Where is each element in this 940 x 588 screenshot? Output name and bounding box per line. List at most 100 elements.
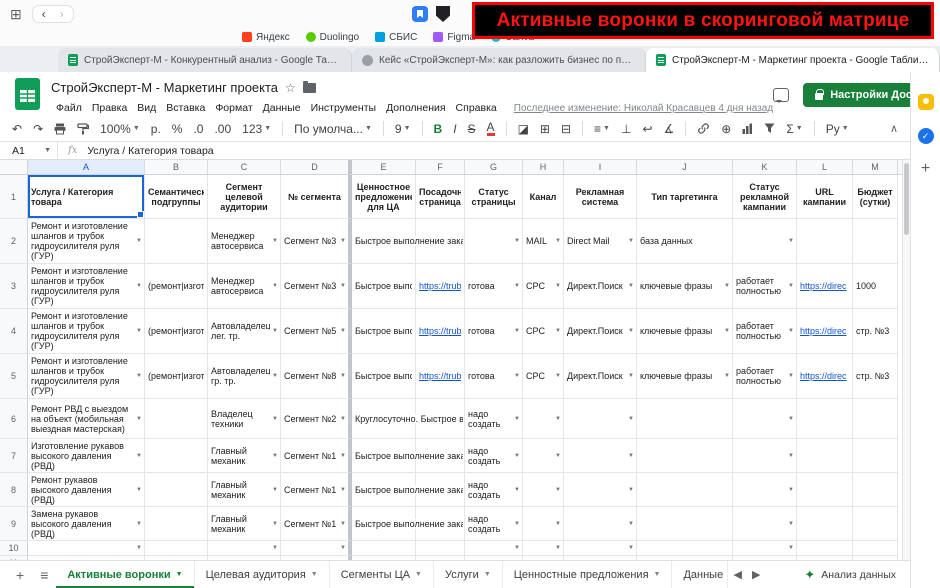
cell-K3[interactable]: работает полностью ▼: [733, 264, 797, 309]
cell-A1[interactable]: Услуга / Категория товара: [28, 175, 145, 219]
cell-H11[interactable]: ▼: [523, 556, 564, 560]
input-tools-select[interactable]: Ру ▼: [826, 122, 849, 136]
cell-A7[interactable]: Изготовление рукавов высокого давления (…: [28, 439, 145, 473]
cell-dropdown-icon[interactable]: ▼: [788, 238, 794, 244]
cell-C4[interactable]: Автовладелец лег. тр. ▼: [208, 309, 281, 354]
tab-overview-icon[interactable]: ⊞: [10, 6, 22, 23]
cell-K1[interactable]: Статус рекламной кампании: [733, 175, 797, 219]
cell-K2[interactable]: ▼: [733, 219, 797, 264]
cell-M5[interactable]: стр. №3: [853, 354, 898, 399]
format-percent-button[interactable]: %: [172, 122, 183, 136]
menu-file[interactable]: Файл: [51, 100, 87, 116]
sheet-tab-audience[interactable]: Целевая аудитория ▼: [195, 560, 330, 588]
cell-G3[interactable]: готова ▼: [465, 264, 523, 309]
cell-F4[interactable]: https://trubki-sh: [416, 309, 465, 354]
column-header-H[interactable]: H: [523, 160, 564, 174]
insert-chart-icon[interactable]: [742, 123, 753, 134]
cell-D7[interactable]: Сегмент №1 ▼: [281, 439, 352, 473]
bookmark-duolingo[interactable]: Duolingo: [305, 32, 359, 43]
cell-dropdown-icon[interactable]: ▼: [555, 328, 561, 334]
cell-dropdown-icon[interactable]: ▼: [555, 453, 561, 459]
paint-format-icon[interactable]: [77, 122, 90, 135]
cell-L10[interactable]: [797, 541, 853, 556]
column-header-F[interactable]: F: [416, 160, 465, 174]
cell-K5[interactable]: работает полностью ▼: [733, 354, 797, 399]
last-edit-link[interactable]: Последнее изменение: Николай Красавцев 4…: [514, 103, 773, 114]
cell-dropdown-icon[interactable]: ▼: [628, 521, 634, 527]
cell-dropdown-icon[interactable]: ▼: [136, 545, 142, 551]
merge-cells-icon[interactable]: ⊟: [561, 122, 571, 136]
cell-dropdown-icon[interactable]: ▼: [788, 416, 794, 422]
all-sheets-icon[interactable]: ≡: [32, 567, 56, 583]
column-header-L[interactable]: L: [797, 160, 853, 174]
sheets-logo[interactable]: [14, 77, 41, 111]
cell-B6[interactable]: [145, 399, 208, 439]
cell-B3[interactable]: (ремонт|изготов: [145, 264, 208, 309]
cell-dropdown-icon[interactable]: ▼: [514, 416, 520, 422]
cell-dropdown-icon[interactable]: ▼: [788, 545, 794, 551]
cell-J1[interactable]: Тип таргетинга: [637, 175, 733, 219]
cell-M11[interactable]: [853, 556, 898, 560]
cell-dropdown-icon[interactable]: ▼: [514, 545, 520, 551]
cell-dropdown-icon[interactable]: ▼: [340, 453, 346, 459]
cell-dropdown-icon[interactable]: ▼: [272, 283, 278, 289]
back-icon[interactable]: ‹: [42, 7, 46, 21]
menu-edit[interactable]: Правка: [87, 100, 132, 116]
cell-E5[interactable]: Быстрое выпол: [352, 354, 416, 399]
collapse-toolbar-icon[interactable]: ∧: [890, 122, 898, 135]
font-size-select[interactable]: 9 ▼: [395, 122, 411, 136]
cell-dropdown-icon[interactable]: ▼: [628, 416, 634, 422]
sheet-tab-segments[interactable]: Сегменты ЦА ▼: [330, 560, 434, 588]
cell-C2[interactable]: Менеджер автосервиса ▼: [208, 219, 281, 264]
cell-I6[interactable]: ▼: [564, 399, 637, 439]
decrease-decimal-button[interactable]: .0: [193, 122, 203, 136]
cell-dropdown-icon[interactable]: ▼: [136, 487, 142, 493]
cell-H4[interactable]: CPC ▼: [523, 309, 564, 354]
cell-dropdown-icon[interactable]: ▼: [555, 238, 561, 244]
bookmark-yandex[interactable]: Яндекс: [242, 32, 290, 43]
cell-M1[interactable]: Бюджет (сутки): [853, 175, 898, 219]
menu-help[interactable]: Справка: [451, 100, 502, 116]
cell-G1[interactable]: Статус страницы: [465, 175, 523, 219]
cell-J11[interactable]: [637, 556, 733, 560]
keep-icon[interactable]: [917, 94, 934, 110]
cell-M2[interactable]: [853, 219, 898, 264]
cell-E11[interactable]: [352, 556, 416, 560]
cell-H9[interactable]: ▼: [523, 507, 564, 541]
menu-addons[interactable]: Дополнения: [381, 100, 450, 116]
browser-tab-1[interactable]: СтройЭксперт-М - Конкурентный анализ - G…: [58, 48, 352, 72]
cell-dropdown-icon[interactable]: ▼: [628, 545, 634, 551]
cell-I5[interactable]: Директ.Поиск ▼: [564, 354, 637, 399]
cell-D3[interactable]: Сегмент №3 ▼: [281, 264, 352, 309]
cell-I8[interactable]: ▼: [564, 473, 637, 507]
cell-I10[interactable]: ▼: [564, 541, 637, 556]
cell-H8[interactable]: ▼: [523, 473, 564, 507]
cell-C5[interactable]: Автовладелец гр. тр. ▼: [208, 354, 281, 399]
more-formats-button[interactable]: 123 ▼: [242, 122, 271, 136]
cell-H1[interactable]: Канал: [523, 175, 564, 219]
forward-icon[interactable]: ›: [60, 7, 64, 21]
cell-dropdown-icon[interactable]: ▼: [788, 328, 794, 334]
name-box[interactable]: A1 ▼: [0, 142, 58, 159]
menu-tools[interactable]: Инструменты: [306, 100, 381, 116]
cell-H7[interactable]: ▼: [523, 439, 564, 473]
cell-dropdown-icon[interactable]: ▼: [514, 453, 520, 459]
cell-B7[interactable]: [145, 439, 208, 473]
cell-I2[interactable]: Direct Mail ▼: [564, 219, 637, 264]
cell-D11[interactable]: ▼: [281, 556, 352, 560]
cell-dropdown-icon[interactable]: ▼: [272, 521, 278, 527]
strikethrough-button[interactable]: S: [468, 122, 476, 136]
cell-E8[interactable]: Быстрое выполнение заказа: [352, 473, 463, 507]
row-header-6[interactable]: 6: [0, 399, 28, 439]
cell-E6[interactable]: Круглосуточно. Быстрое вып: [352, 399, 463, 439]
cell-G8[interactable]: надо создать ▼: [465, 473, 523, 507]
comments-icon[interactable]: [773, 88, 790, 103]
cell-dropdown-icon[interactable]: ▼: [514, 283, 520, 289]
redo-icon[interactable]: ↷: [33, 122, 43, 136]
sheet-tab-active-funnels[interactable]: Активные воронки ▼: [56, 560, 195, 588]
cell-A5[interactable]: Ремонт и изготовление шлангов и трубок г…: [28, 354, 145, 399]
cell-dropdown-icon[interactable]: ▼: [628, 283, 634, 289]
vertical-scrollbar[interactable]: [902, 160, 910, 560]
cell-dropdown-icon[interactable]: ▼: [514, 521, 520, 527]
cell-dropdown-icon[interactable]: ▼: [272, 416, 278, 422]
